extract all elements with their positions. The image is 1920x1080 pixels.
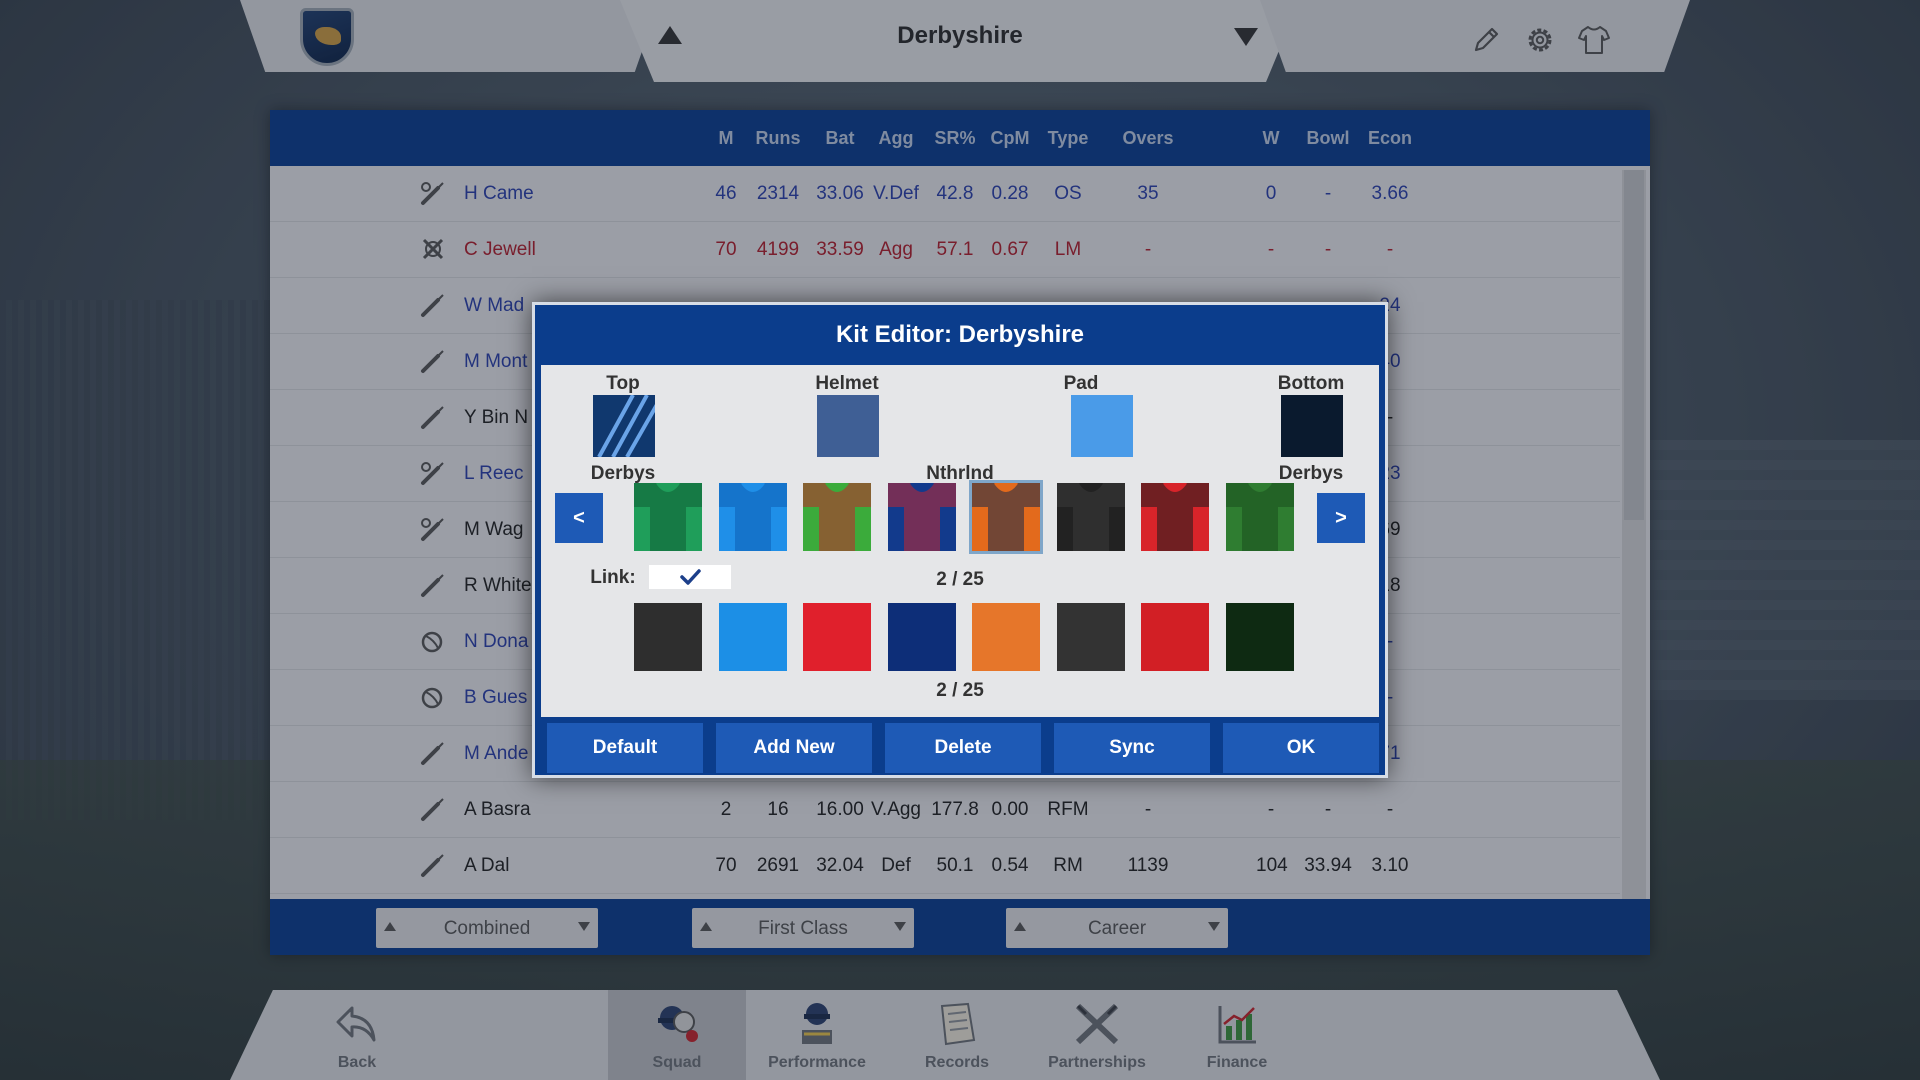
shirt-icon [634, 481, 702, 551]
shirt-icon [1056, 481, 1125, 551]
kit-editor-dialog: Kit Editor: Derbyshire Top Helmet Pad Bo… [532, 302, 1388, 778]
shirt-icon [1141, 481, 1209, 551]
bottom-kit-option[interactable] [634, 603, 702, 671]
top-kit-option[interactable] [969, 480, 1043, 554]
top-swatch[interactable] [593, 394, 661, 458]
shirt-icon [887, 481, 956, 551]
bottom-kit-option[interactable] [887, 603, 956, 671]
top-kit-option[interactable] [803, 481, 871, 551]
top-kit-option[interactable] [887, 481, 956, 551]
top-kit-option[interactable] [634, 481, 702, 551]
shirt-icon [1225, 481, 1294, 551]
bottom-kit-option[interactable] [972, 603, 1040, 671]
bottom-kit-option[interactable] [1225, 603, 1294, 671]
top-kit-counter: 2 / 25 [936, 569, 984, 590]
carousel-prev-button[interactable]: < [555, 493, 603, 543]
delete-button[interactable]: Delete [885, 723, 1041, 773]
bottom-kit-option[interactable] [1141, 603, 1209, 671]
slot-label-bottom: Bottom [1277, 373, 1345, 394]
top-kit-option[interactable] [1141, 481, 1209, 551]
slot-label-top: Top [606, 373, 640, 394]
pad-swatch[interactable] [1071, 395, 1133, 457]
sync-button[interactable]: Sync [1054, 723, 1210, 773]
top-stripe-pattern-icon [593, 394, 661, 458]
top-kit-option[interactable] [1056, 481, 1125, 551]
bottom-kit-option[interactable] [1056, 603, 1125, 671]
top-kit-name: Derbys [590, 463, 656, 484]
bottom-kit-option[interactable] [718, 603, 787, 671]
bottom-kit-name: Derbys [1278, 463, 1344, 484]
top-kit-option[interactable] [718, 481, 787, 551]
kit-editor-title: Kit Editor: Derbyshire [835, 321, 1085, 348]
carousel-next-button[interactable]: > [1317, 493, 1365, 543]
slot-label-helmet: Helmet [815, 373, 879, 394]
shirt-icon [718, 481, 787, 551]
shirt-icon [972, 481, 1040, 551]
kit-editor-body: Top Helmet Pad Bottom Derbys Nthrlnd Der… [541, 365, 1379, 717]
selected-top-name: Nthrlnd [926, 463, 994, 484]
ok-button[interactable]: OK [1223, 723, 1379, 773]
add-new-button[interactable]: Add New [716, 723, 872, 773]
shirt-icon [803, 481, 871, 551]
helmet-swatch[interactable] [817, 395, 879, 457]
top-kit-option[interactable] [1225, 481, 1294, 551]
bottom-kit-counter: 2 / 25 [936, 680, 984, 701]
slot-label-pad: Pad [1063, 373, 1099, 394]
bottom-kit-option[interactable] [803, 603, 871, 671]
default-button[interactable]: Default [547, 723, 703, 773]
bottom-swatch[interactable] [1281, 395, 1343, 457]
